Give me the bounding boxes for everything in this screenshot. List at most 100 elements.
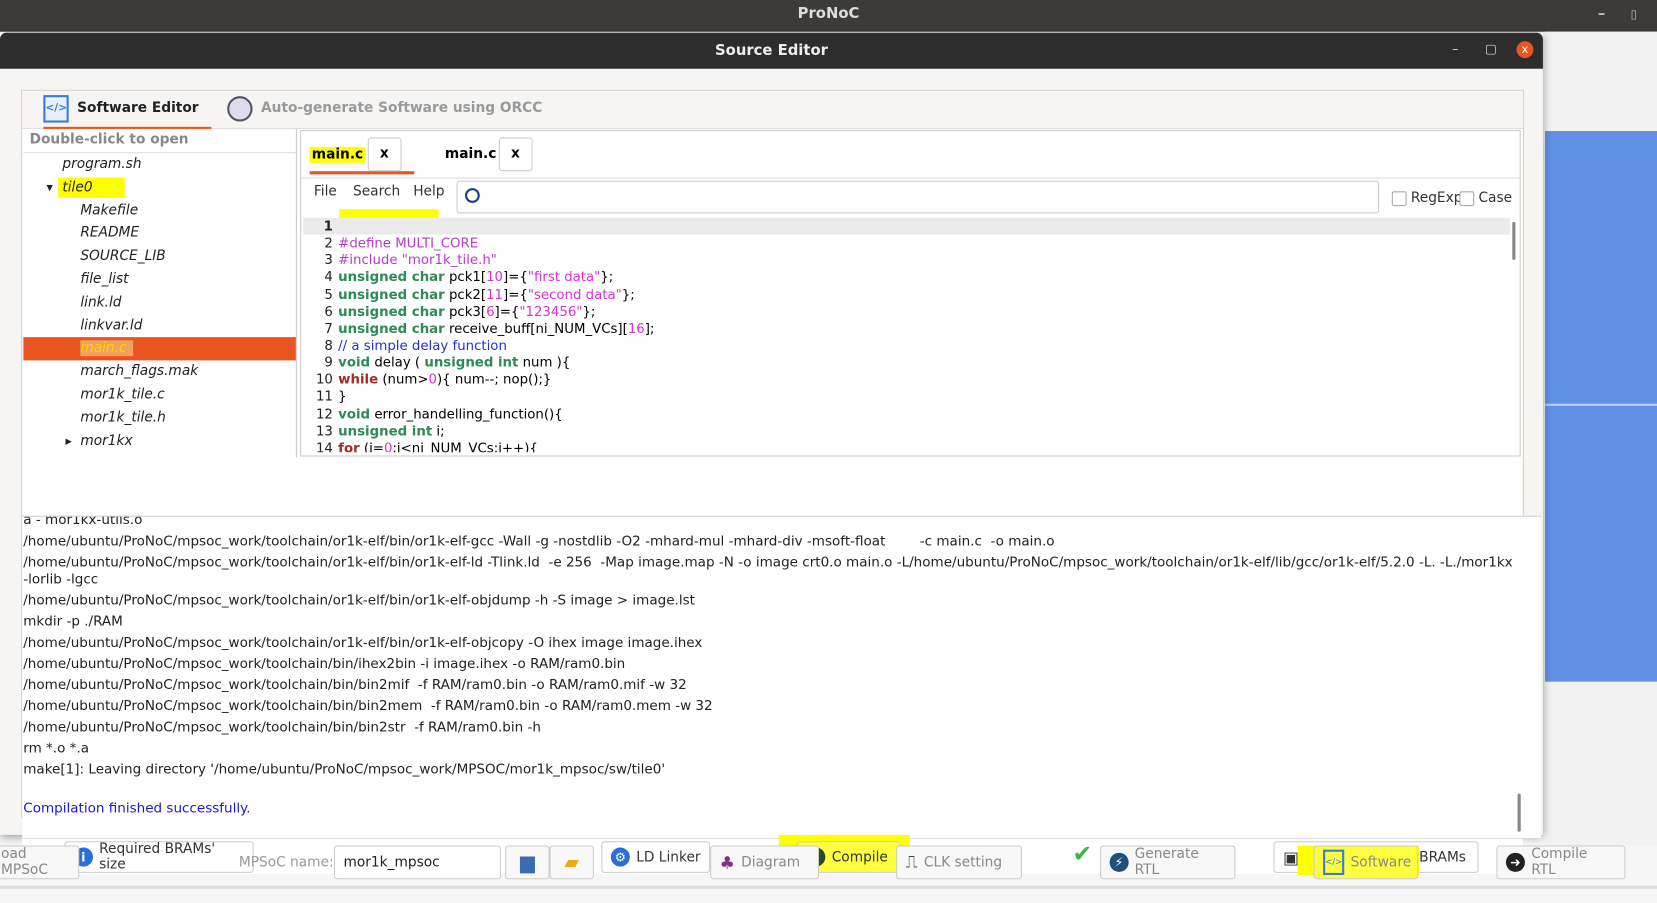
code-line[interactable]: 9 void delay ( unsigned int num ){: [303, 354, 1510, 371]
load-mpsoc-button[interactable]: oad MPSoC: [0, 845, 80, 880]
clk-setting-button[interactable]: ⎍ CLK setting: [896, 845, 1022, 880]
generate-rtl-button[interactable]: ⚡ Generate RTL: [1100, 845, 1236, 880]
log-line: /home/ubuntu/ProNoC/mpsoc_work/toolchain…: [23, 719, 541, 736]
save-button[interactable]: ▆: [505, 845, 550, 880]
code-token: i;: [432, 422, 445, 439]
code-token: };: [621, 285, 635, 302]
tree-item-label: program.sh: [62, 156, 142, 173]
menu-file[interactable]: File: [314, 184, 337, 200]
tree-item-label: mor1k_tile.c: [80, 386, 165, 403]
close-tab-button[interactable]: x: [498, 137, 533, 172]
file-tab-active[interactable]: main.c x: [309, 137, 414, 175]
software-button[interactable]: </> Software: [1313, 845, 1419, 880]
tree-item[interactable]: linkvar.ld: [23, 314, 296, 337]
diagram-button[interactable]: ♣ Diagram: [710, 845, 820, 880]
code-token: receive_buff[ni_NUM_VCs][: [444, 320, 628, 336]
code-line[interactable]: 10 while (num>0){ num--; nop();}: [303, 371, 1510, 388]
code-line[interactable]: 4 unsigned char pck1[10]={"first data"};: [303, 269, 1510, 286]
code-token: ){ num--; nop();}: [436, 371, 552, 388]
main-toolbar: oad MPSoC MPSoC name: mor1k_mpsoc ▆ ▰ ♣ D…: [0, 843, 1657, 885]
tree-item[interactable]: README: [23, 222, 296, 245]
code-line[interactable]: 2 #define MULTI_CORE: [303, 235, 1510, 252]
log-line: /home/ubuntu/ProNoC/mpsoc_work/toolchain…: [23, 635, 703, 651]
line-number: 6: [324, 302, 333, 319]
log-line: /home/ubuntu/ProNoC/mpsoc_work/toolchain…: [23, 554, 1518, 588]
code-line[interactable]: 7 unsigned char receive_buff[ni_NUM_VCs][…: [303, 320, 1510, 337]
code-line[interactable]: 3 #include "mor1k_tile.h": [303, 252, 1510, 269]
code-line[interactable]: 11}: [303, 388, 1510, 405]
code-token: pck2[: [444, 285, 487, 302]
tree-item-label: march_flags.mak: [80, 363, 199, 380]
code-line[interactable]: 12 void error_handelling_function(){: [303, 405, 1510, 422]
tree-item[interactable]: program.sh: [23, 153, 296, 176]
tree-item[interactable]: ▾ tile0: [23, 176, 296, 199]
code-token: };: [600, 268, 614, 285]
tree-item[interactable]: Makefile: [23, 199, 296, 222]
code-token: (i=: [359, 439, 384, 453]
code-token: "first data": [527, 268, 601, 285]
maximize-button[interactable]: ▢: [1485, 41, 1497, 56]
button-label: Diagram: [741, 854, 801, 871]
tree-item[interactable]: mor1k_tile.c: [23, 384, 296, 407]
code-token: num ){: [518, 354, 571, 371]
file-tab[interactable]: main.c x: [444, 137, 533, 172]
code-token: 11: [486, 285, 504, 302]
compile-status: Compilation finished successfully.: [23, 801, 251, 817]
tree-item[interactable]: SOURCE_LIB: [23, 245, 296, 268]
tab-software-editor[interactable]: </> Software Editor: [43, 91, 212, 130]
code-area[interactable]: 1 2 #define MULTI_CORE 3 #include "mor1k_til…: [303, 217, 1511, 452]
close-button[interactable]: x: [1516, 41, 1534, 59]
app-minimize-button[interactable]: –: [1598, 0, 1605, 29]
button-label: Compile RTL: [1531, 846, 1588, 879]
code-line[interactable]: 13 unsigned int i;: [303, 422, 1510, 439]
code-token: "second data": [527, 285, 622, 302]
mpsoc-name-input[interactable]: mor1k_mpsoc: [333, 845, 501, 880]
compile-rtl-button[interactable]: ➜ Compile RTL: [1496, 845, 1626, 880]
tab-orcc[interactable]: Auto-generate Software using ORCC: [227, 91, 542, 127]
app-maximize-button[interactable]: ▯: [1631, 0, 1637, 29]
compile-log: a - mor1kx-utils.o/home/ubuntu/ProNoC/mp…: [22, 515, 1541, 839]
input-value: mor1k_mpsoc: [343, 854, 440, 871]
tree-item[interactable]: march_flags.mak: [23, 361, 296, 384]
code-line[interactable]: 6 unsigned char pck3[6]={"123456"};: [303, 303, 1510, 320]
menu-help[interactable]: Help: [413, 184, 444, 200]
tree-item[interactable]: link.ld: [23, 291, 296, 314]
code-token: // a simple delay function: [338, 337, 507, 353]
code-line[interactable]: 14 for (i=0;i<ni_NUM_VCs;i++){: [303, 439, 1510, 452]
regexp-checkbox[interactable]: RegExp: [1391, 190, 1462, 206]
tree-item-label: README: [80, 225, 140, 242]
button-label: Generate RTL: [1134, 846, 1199, 879]
file-tab-label: main.c: [444, 146, 497, 163]
tab-label: Software Editor: [77, 100, 199, 117]
code-line[interactable]: 5 unsigned char pck2[11]={"second data"};: [303, 286, 1510, 303]
code-line[interactable]: 1: [303, 217, 1511, 235]
line-number: 2: [324, 234, 333, 251]
file-tree: Double-click to open program.sh ▾ tile0 Mak…: [23, 128, 297, 458]
software-icon: </>: [1323, 849, 1345, 876]
tree-item-label: SOURCE_LIB: [80, 248, 166, 265]
code-line[interactable]: 8 // a simple delay function: [303, 337, 1510, 354]
button-label: CLK setting: [923, 854, 1003, 871]
log-line: rm *.o *.a: [23, 740, 90, 757]
expander-open-icon[interactable]: ▾: [46, 176, 52, 199]
code-token: unsigned char: [338, 320, 445, 336]
open-button[interactable]: ▰: [549, 845, 594, 880]
minimize-button[interactable]: –: [1452, 41, 1458, 56]
case-checkbox[interactable]: Case: [1459, 190, 1512, 206]
close-tab-button[interactable]: x: [367, 137, 402, 172]
log-line: /home/ubuntu/ProNoC/mpsoc_work/toolchain…: [23, 592, 695, 609]
search-input[interactable]: [456, 180, 1380, 214]
code-token: while: [338, 371, 379, 388]
log-scrollbar[interactable]: [1517, 793, 1521, 832]
log-line: /home/ubuntu/ProNoC/mpsoc_work/toolchain…: [23, 656, 626, 673]
code-scrollbar[interactable]: [1512, 221, 1516, 260]
tree-item[interactable]: file_list: [23, 268, 296, 291]
expander-closed-icon[interactable]: ▸: [66, 430, 72, 453]
code-token: error_handelling_function(){: [370, 405, 563, 422]
log-line: mkdir -p ./RAM: [23, 614, 123, 630]
tree-item[interactable]: ▸ mor1kx: [23, 430, 296, 453]
tree-item[interactable]: main.c: [23, 337, 296, 361]
menu-search[interactable]: Search: [353, 184, 400, 200]
tree-item[interactable]: mor1k_tile.h: [23, 407, 296, 430]
tab-label: Auto-generate Software using ORCC: [261, 100, 543, 117]
